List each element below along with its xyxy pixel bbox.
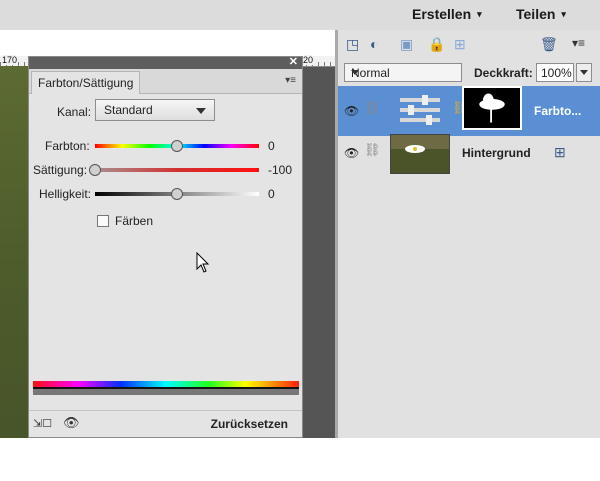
trash-icon[interactable]: 🗑 xyxy=(540,36,558,53)
menu-share-label: Teilen xyxy=(516,6,556,22)
colorize-checkbox[interactable] xyxy=(97,215,109,227)
channel-select[interactable]: Standard xyxy=(95,99,215,121)
photo-thumbnail[interactable] xyxy=(390,134,450,174)
panel-menu-icon[interactable]: ▾≡ xyxy=(285,75,296,86)
opacity-dropdown-button[interactable] xyxy=(576,63,592,82)
adjustment-layer-icon[interactable]: ◐ xyxy=(370,36,378,52)
menu-create-label: Erstellen xyxy=(412,6,472,22)
eye-icon[interactable]: 👁 xyxy=(344,146,359,160)
bottom-blank xyxy=(0,438,600,481)
opacity-label: Deckkraft: xyxy=(474,66,533,80)
layer-name: Farbto... xyxy=(534,104,582,118)
opacity-value: 100% xyxy=(541,66,572,80)
link-icon[interactable]: ⛓ xyxy=(364,142,381,158)
menu-share[interactable]: Teilen ▾ xyxy=(516,6,566,22)
layers-toolbar: ◳ ◐ ▣ 🔒 ⊞ 🗑 ▾≡ xyxy=(338,30,600,58)
link-icon[interactable]: ⛓ xyxy=(364,100,381,116)
opacity-input[interactable]: 100% xyxy=(536,63,574,82)
dropdown-arrow-icon xyxy=(351,70,359,75)
ruler-mark-right: 20 xyxy=(303,55,314,65)
close-icon[interactable]: ✕ xyxy=(289,55,298,68)
hue-value: 0 xyxy=(268,139,275,153)
colorize-label: Färben xyxy=(115,214,154,228)
layer-mask-icon[interactable]: ▣ xyxy=(400,36,413,53)
reset-button[interactable]: Zurücksetzen xyxy=(211,417,288,431)
menu-create[interactable]: Erstellen ▾ xyxy=(412,6,482,22)
panel-tab-row: Farbton/Sättigung ▾≡ xyxy=(29,69,302,94)
mask-thumbnail[interactable] xyxy=(462,86,522,130)
layer-row-background[interactable]: 👁 ⛓ Hintergrund ⊞ xyxy=(338,130,600,180)
saturation-label: Sättigung: xyxy=(33,163,88,177)
hue-saturation-panel: ✕ Farbton/Sättigung ▾≡ Kanal: Standard F… xyxy=(28,56,303,438)
panel-titlebar[interactable]: ✕ xyxy=(29,55,302,69)
lock-transparency-icon[interactable]: ⊞ xyxy=(454,36,466,53)
visibility-icon[interactable]: 👁 xyxy=(63,415,80,431)
dropdown-arrow-icon xyxy=(196,108,206,114)
eye-icon[interactable]: 👁 xyxy=(344,104,359,118)
layer-name: Hintergrund xyxy=(462,146,531,160)
top-menu-bar: Erstellen ▾ Teilen ▾ xyxy=(0,0,600,30)
saturation-slider-knob[interactable] xyxy=(89,164,101,176)
chevron-down-icon: ▾ xyxy=(561,9,566,19)
lock-icon[interactable]: ⊞ xyxy=(554,144,566,161)
adjustment-layer-icon xyxy=(400,95,440,125)
lightness-slider-knob[interactable] xyxy=(171,188,183,200)
chevron-down-icon: ▾ xyxy=(477,9,482,19)
cursor-icon xyxy=(196,252,210,273)
lock-icon[interactable]: 🔒 xyxy=(428,36,445,53)
saturation-slider-track[interactable] xyxy=(95,168,259,172)
hue-slider-knob[interactable] xyxy=(171,140,183,152)
hue-label: Farbton: xyxy=(45,139,90,153)
saturation-value: -100 xyxy=(268,163,293,177)
canvas-photo[interactable] xyxy=(0,66,30,438)
layers-panel: ◳ ◐ ▣ 🔒 ⊞ 🗑 ▾≡ Normal Deckkraft: 100% 👁 … xyxy=(338,30,600,438)
layer-row-hue-saturation[interactable]: 👁 ⛓ ⛓ Farbto... xyxy=(338,86,600,136)
panel-menu-icon[interactable]: ▾≡ xyxy=(572,36,585,50)
lightness-value: 0 xyxy=(268,187,275,201)
tab-hue-saturation[interactable]: Farbton/Sättigung xyxy=(31,71,141,94)
spectrum-bar-bottom xyxy=(33,389,299,395)
lightness-label: Helligkeit: xyxy=(39,187,92,201)
channel-label: Kanal: xyxy=(57,105,92,119)
panel-bottom-bar: ⇲☐ 👁 Zurücksetzen xyxy=(29,410,302,437)
ruler-mark-left: 170 xyxy=(2,55,18,65)
channel-value: Standard xyxy=(104,103,153,117)
dropdown-arrow-icon xyxy=(580,70,588,75)
clip-icon[interactable]: ⇲☐ xyxy=(33,417,52,430)
new-layer-icon[interactable]: ◳ xyxy=(346,36,359,53)
blend-mode-select[interactable]: Normal xyxy=(344,63,462,82)
